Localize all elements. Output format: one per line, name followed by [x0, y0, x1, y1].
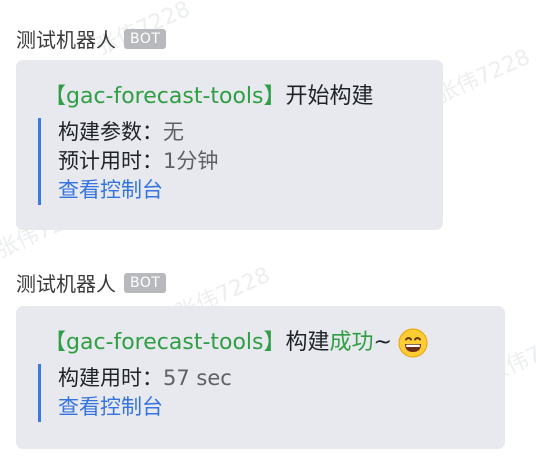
card-details: 构建参数：无 预计用时：1分钟 查看控制台: [38, 118, 443, 205]
title-suffix: ~: [373, 330, 392, 355]
sender-name[interactable]: 测试机器人: [16, 24, 116, 53]
field-build-params: 构建参数：无: [58, 118, 443, 147]
project-name: 【gac-forecast-tools】: [44, 330, 286, 355]
field-label: 构建用时：: [58, 366, 163, 390]
bot-badge: BOT: [124, 272, 167, 293]
field-value: 无: [163, 120, 184, 144]
build-action: 开始构建: [285, 84, 374, 109]
watermark: 张伟7228: [432, 44, 534, 109]
field-label: 构建参数：: [58, 120, 163, 144]
message-sender-row: 测试机器人 BOT: [16, 24, 167, 53]
field-estimated-time: 预计用时：1分钟: [58, 147, 443, 176]
bot-badge: BOT: [124, 28, 167, 49]
message-sender-row: 测试机器人 BOT: [16, 268, 167, 297]
build-action: 构建: [285, 330, 330, 355]
card-title: 【gac-forecast-tools】 构建 成功 ~: [44, 328, 505, 358]
field-label: 预计用时：: [58, 149, 163, 173]
view-console-link[interactable]: 查看控制台: [58, 393, 505, 422]
view-console-link[interactable]: 查看控制台: [58, 176, 443, 205]
field-value: 57 sec: [163, 366, 232, 390]
build-status: 成功: [329, 330, 374, 355]
card-details: 构建用时：57 sec 查看控制台: [38, 364, 505, 422]
project-name: 【gac-forecast-tools】: [44, 84, 286, 109]
field-build-duration: 构建用时：57 sec: [58, 364, 505, 393]
sender-name[interactable]: 测试机器人: [16, 268, 116, 297]
field-value: 1分钟: [163, 149, 219, 173]
grinning-face-icon: [398, 328, 428, 358]
message-card: 【gac-forecast-tools】 开始构建 构建参数：无 预计用时：1分…: [16, 60, 443, 230]
card-title: 【gac-forecast-tools】 开始构建: [44, 82, 443, 112]
message-card: 【gac-forecast-tools】 构建 成功 ~ 构建用时：57 sec…: [16, 306, 505, 449]
